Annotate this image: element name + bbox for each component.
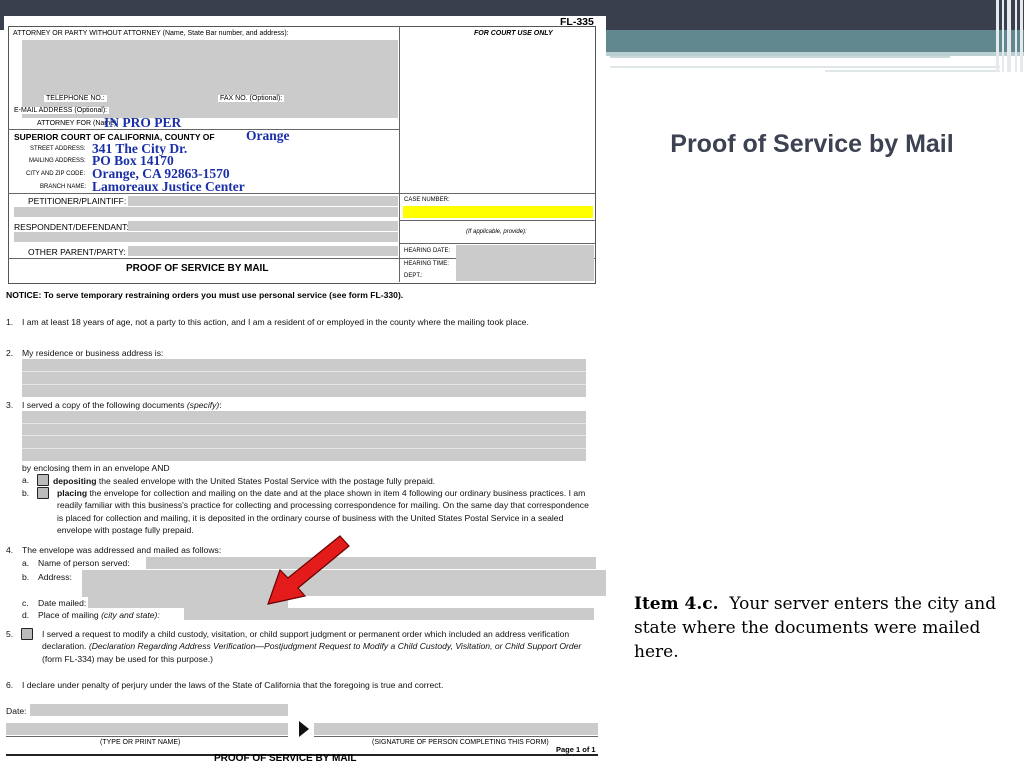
attorney-label: ATTORNEY OR PARTY WITHOUT ATTORNEY (Name… bbox=[13, 30, 289, 37]
item3a-text: depositing the sealed envelope with the … bbox=[34, 474, 594, 487]
triangle-pointer-icon bbox=[299, 721, 309, 737]
other-party-field[interactable] bbox=[128, 246, 398, 256]
item6-number: 6. bbox=[6, 680, 14, 690]
residence-address-field[interactable] bbox=[22, 359, 586, 397]
item4b-letter: b. bbox=[22, 572, 30, 582]
form-fl335: FL-335 ATTORNEY OR PARTY WITHOUT ATTORNE… bbox=[4, 16, 606, 764]
hearing-date-label: HEARING DATE: bbox=[404, 248, 451, 254]
telephone-label: TELEPHONE NO.: bbox=[44, 95, 107, 102]
red-arrow-icon bbox=[267, 535, 350, 605]
checkbox-icon[interactable] bbox=[37, 487, 49, 499]
note-bold-label: Item 4.c. bbox=[634, 594, 719, 614]
item4c-letter: c. bbox=[22, 598, 29, 608]
court-use-label: FOR COURT USE ONLY bbox=[474, 30, 553, 37]
form-title: PROOF OF SERVICE BY MAIL bbox=[126, 263, 269, 274]
street-label: STREET ADDRESS: bbox=[30, 146, 86, 152]
slide-accent-line bbox=[610, 66, 1000, 68]
slide-teal-bar bbox=[600, 30, 1024, 54]
item4a-letter: a. bbox=[22, 558, 30, 568]
item4d-letter: d. bbox=[22, 610, 30, 620]
item3b-letter: b. bbox=[22, 488, 30, 498]
item5-number: 5. bbox=[6, 629, 14, 639]
footer-title: PROOF OF SERVICE BY MAIL bbox=[214, 753, 357, 764]
item2-number: 2. bbox=[6, 348, 14, 358]
item4a-label: Name of person served: bbox=[38, 558, 130, 568]
if-applicable-label: (If applicable, provide): bbox=[466, 229, 527, 235]
other-party-label: OTHER PARENT/PARTY: bbox=[28, 247, 126, 257]
checkbox-icon[interactable] bbox=[37, 474, 49, 486]
documents-field[interactable] bbox=[22, 411, 586, 461]
slide-title: Proof of Service by Mail bbox=[670, 130, 954, 158]
case-number-label: CASE NUMBER: bbox=[404, 197, 450, 203]
branch-value[interactable]: Lamoreaux Justice Center bbox=[92, 180, 245, 194]
item1-number: 1. bbox=[6, 317, 14, 327]
slide-vertical-stripes bbox=[994, 0, 1024, 72]
respondent-label: RESPONDENT/DEFENDANT: bbox=[14, 222, 129, 232]
item3-text: I served a copy of the following documen… bbox=[22, 400, 222, 410]
type-name-label: (TYPE OR PRINT NAME) bbox=[100, 739, 181, 746]
slide-accent-line bbox=[825, 70, 1000, 72]
item3-number: 3. bbox=[6, 400, 14, 410]
attorney-name-field[interactable] bbox=[22, 40, 398, 90]
dept-label: DEPT.: bbox=[404, 273, 423, 279]
fax-label: FAX NO. (Optional): bbox=[218, 95, 285, 102]
item2-text: My residence or business address is: bbox=[22, 348, 164, 358]
mailing-label: MAILING ADDRESS: bbox=[29, 158, 86, 164]
petitioner-field[interactable] bbox=[128, 196, 398, 206]
person-served-field[interactable] bbox=[146, 557, 596, 569]
county-value[interactable]: Orange bbox=[246, 129, 290, 143]
date-field[interactable] bbox=[30, 704, 288, 716]
item4c-label: Date mailed: bbox=[38, 597, 89, 610]
item4-text: The envelope was addressed and mailed as… bbox=[22, 545, 222, 555]
notice-text: NOTICE: To serve temporary restraining o… bbox=[6, 290, 404, 300]
checkbox-icon[interactable] bbox=[21, 628, 33, 640]
date-label: Date: bbox=[6, 706, 27, 716]
item4b-label: Address: bbox=[38, 572, 72, 582]
signature-field[interactable] bbox=[314, 723, 598, 735]
slide-accent-line bbox=[610, 56, 950, 58]
item4d-label: Place of mailing (city and state): bbox=[38, 610, 160, 620]
hearing-time-label: HEARING TIME: bbox=[404, 261, 449, 267]
hearing-fields[interactable] bbox=[456, 245, 594, 281]
place-of-mailing-field[interactable] bbox=[184, 608, 594, 620]
item5-text: I served a request to modify a child cus… bbox=[42, 629, 582, 664]
signature-label: (SIGNATURE OF PERSON COMPLETING THIS FOR… bbox=[372, 739, 549, 746]
page-label: Page 1 of 1 bbox=[556, 745, 596, 754]
case-number-field[interactable] bbox=[403, 206, 593, 218]
slide-note: Item 4.c. Your server enters the city an… bbox=[634, 592, 1004, 664]
item4-number: 4. bbox=[6, 545, 14, 555]
branch-label: BRANCH NAME: bbox=[40, 184, 87, 190]
city-label: CITY AND ZIP CODE: bbox=[26, 171, 86, 177]
email-label: E-MAIL ADDRESS (Optional): bbox=[12, 107, 110, 114]
print-name-field[interactable] bbox=[6, 723, 288, 735]
item3a-letter: a. bbox=[22, 475, 30, 485]
item6-text: I declare under penalty of perjury under… bbox=[22, 680, 444, 690]
attorney-for-value[interactable]: IN PRO PER bbox=[104, 116, 181, 130]
enclosing-text: by enclosing them in an envelope AND bbox=[22, 463, 170, 473]
respondent-field[interactable] bbox=[128, 221, 398, 231]
item1-text: I am at least 18 years of age, not a par… bbox=[22, 317, 529, 327]
petitioner-label: PETITIONER/PLAINTIFF: bbox=[28, 196, 127, 206]
